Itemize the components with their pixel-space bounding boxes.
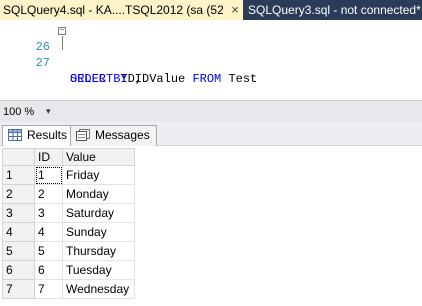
tab-results-label: Results xyxy=(27,128,68,142)
cell-id[interactable]: 2 xyxy=(34,184,63,204)
cell-value[interactable]: Wednesday xyxy=(62,279,135,299)
column-header-id[interactable]: ID xyxy=(34,148,63,166)
results-grid-area: ID Value 1 1 Friday 2 2 Monday 3 3 Satur… xyxy=(0,146,422,306)
row-number[interactable]: 2 xyxy=(2,184,35,204)
table-name: Test xyxy=(221,72,258,86)
row-number[interactable]: 6 xyxy=(2,260,35,280)
tab-label: SQLQuery4.sql - KA....TSQL2012 (sa (52))… xyxy=(3,3,237,17)
line-number: 27 xyxy=(35,56,50,70)
cell-value[interactable]: Friday xyxy=(62,165,135,185)
row-number[interactable]: 1 xyxy=(2,165,35,185)
code-line-26[interactable]: 26 − SELECT ID, Value FROM Test xyxy=(0,23,422,87)
messages-icon xyxy=(76,129,90,141)
query-editor[interactable]: 26 − SELECT ID, Value FROM Test 27 ORDER… xyxy=(0,20,422,100)
cell-value[interactable]: Thursday xyxy=(62,241,135,261)
row-number[interactable]: 4 xyxy=(2,222,35,242)
tab-results[interactable]: Results xyxy=(2,125,75,146)
chevron-down-icon[interactable]: ▾ xyxy=(46,106,51,117)
row-number[interactable]: 3 xyxy=(2,203,35,223)
cell-id[interactable]: 5 xyxy=(34,241,63,261)
horizontal-scrollbar[interactable] xyxy=(60,105,422,119)
tab-label: SQLQuery3.sql - not connected* xyxy=(248,3,421,17)
keyword-from: FROM xyxy=(192,72,222,86)
cell-id[interactable]: 3 xyxy=(34,203,63,223)
cell-id[interactable]: 7 xyxy=(34,279,63,299)
cell-value[interactable]: Saturday xyxy=(62,203,135,223)
cell-value[interactable]: Tuesday xyxy=(62,260,135,280)
keyword-order-by: ORDER BY xyxy=(70,72,128,86)
tab-sqlquery3[interactable]: SQLQuery3.sql - not connected* xyxy=(248,0,421,20)
order-column: ID xyxy=(127,72,150,86)
table-row[interactable]: 5 5 Thursday xyxy=(2,241,135,261)
table-row[interactable]: 4 4 Sunday xyxy=(2,222,135,242)
sql-order-clause: ORDER BY ID xyxy=(70,71,149,87)
cell-id[interactable]: 4 xyxy=(34,222,63,242)
table-row[interactable]: 1 1 Friday xyxy=(2,165,135,185)
cell-value[interactable]: Monday xyxy=(62,184,135,204)
close-icon[interactable]: × xyxy=(229,0,241,20)
zoom-level[interactable]: 100 % xyxy=(3,105,34,119)
grid-icon xyxy=(8,129,22,141)
grid-header-row: ID Value xyxy=(2,148,135,166)
row-number[interactable]: 5 xyxy=(2,241,35,261)
editor-status-bar: 100 % ▾ xyxy=(0,100,422,122)
tab-sqlquery4[interactable]: SQLQuery4.sql - KA....TSQL2012 (sa (52))… xyxy=(0,0,236,20)
cell-value[interactable]: Sunday xyxy=(62,222,135,242)
tab-messages[interactable]: Messages xyxy=(70,125,157,146)
row-number[interactable]: 7 xyxy=(2,279,35,299)
table-row[interactable]: 2 2 Monday xyxy=(2,184,135,204)
results-tab-strip: Results Messages xyxy=(0,122,422,146)
collapse-icon[interactable]: − xyxy=(58,27,66,35)
code-line-27[interactable]: 27 ORDER BY ID xyxy=(0,39,422,86)
tab-messages-label: Messages xyxy=(95,128,150,142)
cell-id[interactable]: 6 xyxy=(34,260,63,280)
table-row[interactable]: 6 6 Tuesday xyxy=(2,260,135,280)
document-tab-strip: SQLQuery4.sql - KA....TSQL2012 (sa (52))… xyxy=(0,0,422,20)
row-header-corner[interactable] xyxy=(2,148,35,166)
table-row[interactable]: 3 3 Saturday xyxy=(2,203,135,223)
cell-id[interactable]: 1 xyxy=(34,165,63,185)
column-header-value[interactable]: Value xyxy=(62,148,135,166)
table-row[interactable]: 7 7 Wednesday xyxy=(2,279,135,299)
results-grid[interactable]: ID Value 1 1 Friday 2 2 Monday 3 3 Satur… xyxy=(2,148,135,299)
